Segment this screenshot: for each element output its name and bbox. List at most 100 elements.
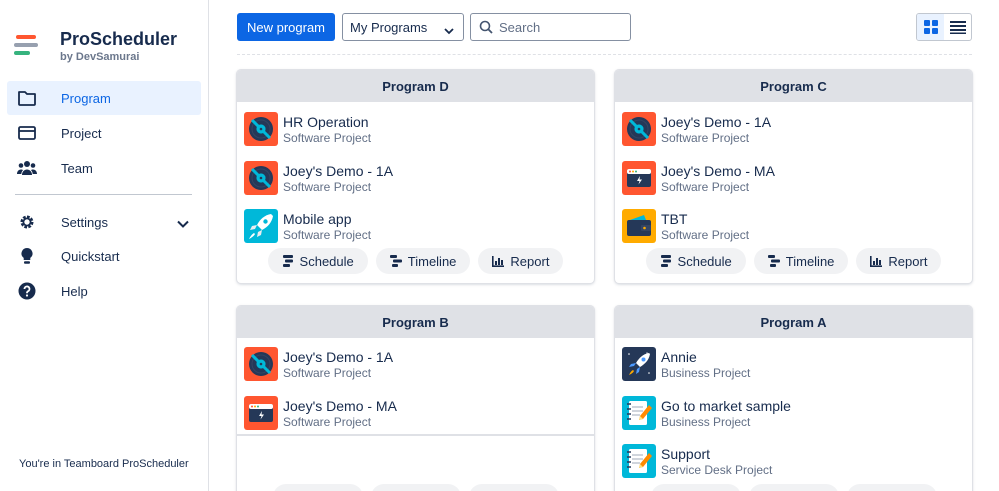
card-icon — [17, 123, 37, 143]
team-icon — [17, 158, 37, 178]
vinyl-icon — [244, 347, 278, 381]
program-card-title[interactable]: Program B — [237, 306, 594, 338]
project-item[interactable]: Joey's Demo - MA Software Project — [622, 161, 775, 195]
project-item[interactable]: Support Service Desk Project — [622, 444, 772, 478]
project-name: Joey's Demo - 1A — [283, 348, 394, 365]
chevron-down-icon — [177, 215, 189, 233]
program-card-title[interactable]: Program A — [615, 306, 972, 338]
project-type: Software Project — [283, 365, 372, 380]
timeline-button[interactable]: Timeline — [375, 248, 471, 274]
search-icon — [479, 20, 493, 34]
grid-view-icon[interactable] — [917, 14, 944, 40]
project-item[interactable]: HR Operation Software Project — [244, 112, 371, 146]
report-button[interactable] — [468, 484, 559, 491]
schedule-label: Schedule — [677, 253, 732, 269]
list-view-icon[interactable] — [944, 14, 971, 40]
project-type: Software Project — [661, 227, 750, 242]
project-name: Go to market sample — [661, 397, 791, 414]
project-type: Service Desk Project — [661, 462, 773, 477]
sidebar-item-help[interactable]: Help — [7, 274, 201, 308]
wallet-icon — [622, 209, 656, 243]
bar-chart-icon — [870, 255, 883, 267]
notebook-icon — [622, 396, 656, 430]
schedule-button[interactable] — [272, 484, 363, 491]
app-root: ProScheduler by DevSamurai Program Proje… — [0, 0, 999, 491]
program-actions — [237, 484, 594, 491]
project-type: Software Project — [283, 414, 372, 429]
sidebar-item-program[interactable]: Program — [7, 81, 201, 115]
sidebar: ProScheduler by DevSamurai Program Proje… — [0, 0, 209, 491]
search-input[interactable] — [499, 19, 619, 35]
project-item[interactable]: Go to market sample Business Project — [622, 396, 791, 430]
proscheduler-logo-icon — [14, 35, 38, 57]
browser-icon — [622, 161, 656, 195]
report-label: Report — [510, 253, 550, 269]
sidebar-item-project[interactable]: Project — [7, 116, 201, 150]
sidebar-item-label: Project — [61, 125, 102, 141]
sidebar-item-label: Settings — [61, 214, 108, 230]
card-divider — [237, 434, 594, 436]
timeline-button[interactable]: Timeline — [753, 248, 849, 274]
project-name: Annie — [661, 348, 697, 365]
sidebar-item-label: Team — [61, 160, 93, 176]
schedule-button[interactable]: Schedule — [645, 248, 746, 274]
toolbar-divider — [237, 54, 972, 55]
timeline-icon — [767, 255, 780, 267]
program-actions: Schedule Timeline Report — [237, 248, 594, 274]
notebook-icon — [622, 444, 656, 478]
toolbar: New program My Programs — [237, 13, 972, 43]
report-button[interactable] — [846, 484, 937, 491]
program-card-title[interactable]: Program C — [615, 70, 972, 102]
program-card-title[interactable]: Program D — [237, 70, 594, 102]
schedule-label: Schedule — [299, 253, 354, 269]
project-item[interactable]: Joey's Demo - MA Software Project — [244, 396, 397, 430]
schedule-button[interactable] — [650, 484, 741, 491]
help-icon — [17, 281, 37, 301]
timeline-button[interactable] — [748, 484, 839, 491]
app-subtitle: by DevSamurai — [60, 51, 140, 63]
schedule-button[interactable]: Schedule — [267, 248, 368, 274]
project-item[interactable]: Joey's Demo - 1A Software Project — [622, 112, 771, 146]
project-type: Software Project — [661, 130, 750, 145]
chevron-down-icon — [444, 23, 454, 38]
new-program-button[interactable]: New program — [237, 13, 335, 41]
search-box[interactable] — [470, 13, 631, 41]
vinyl-icon — [244, 161, 278, 195]
project-item[interactable]: Joey's Demo - 1A Software Project — [244, 347, 393, 381]
program-filter-select[interactable]: My Programs — [342, 13, 464, 41]
sidebar-item-label: Program — [61, 90, 111, 106]
project-item[interactable]: Mobile app Software Project — [244, 209, 371, 243]
program-card-d: Program D HR Operation Software Project J… — [237, 70, 594, 283]
app-title: ProScheduler — [60, 29, 178, 49]
project-type: Software Project — [283, 227, 372, 242]
program-actions — [615, 484, 972, 491]
gear-icon — [17, 212, 37, 232]
project-item[interactable]: Annie Business Project — [622, 347, 750, 381]
project-type: Business Project — [661, 414, 751, 429]
report-button[interactable]: Report — [478, 248, 564, 274]
sidebar-item-settings[interactable]: Settings — [7, 205, 201, 239]
timeline-button[interactable] — [370, 484, 461, 491]
program-card-a: Program A Annie Business Project Go to ma… — [615, 306, 972, 491]
project-name: Mobile app — [283, 210, 352, 227]
view-toggle — [916, 13, 972, 41]
timeline-icon — [389, 255, 402, 267]
project-item[interactable]: Joey's Demo - 1A Software Project — [244, 161, 393, 195]
report-button[interactable]: Report — [856, 248, 942, 274]
project-name: Support — [661, 445, 711, 462]
bar-chart-icon — [492, 255, 505, 267]
program-card-b: Program B Joey's Demo - 1A Software Proje… — [237, 306, 594, 491]
sidebar-item-quickstart[interactable]: Quickstart — [7, 239, 201, 273]
schedule-icon — [282, 255, 293, 267]
rocket-icon — [622, 347, 656, 381]
project-name: Joey's Demo - 1A — [283, 162, 394, 179]
project-item[interactable]: TBT Software Project — [622, 209, 749, 243]
project-type: Software Project — [283, 130, 372, 145]
vinyl-icon — [244, 112, 278, 146]
project-name: TBT — [661, 210, 688, 227]
project-name: Joey's Demo - MA — [661, 162, 775, 179]
sidebar-item-label: Quickstart — [61, 248, 120, 264]
brand: ProScheduler by DevSamurai — [14, 28, 177, 63]
folder-icon — [17, 88, 37, 108]
sidebar-item-team[interactable]: Team — [7, 151, 201, 185]
